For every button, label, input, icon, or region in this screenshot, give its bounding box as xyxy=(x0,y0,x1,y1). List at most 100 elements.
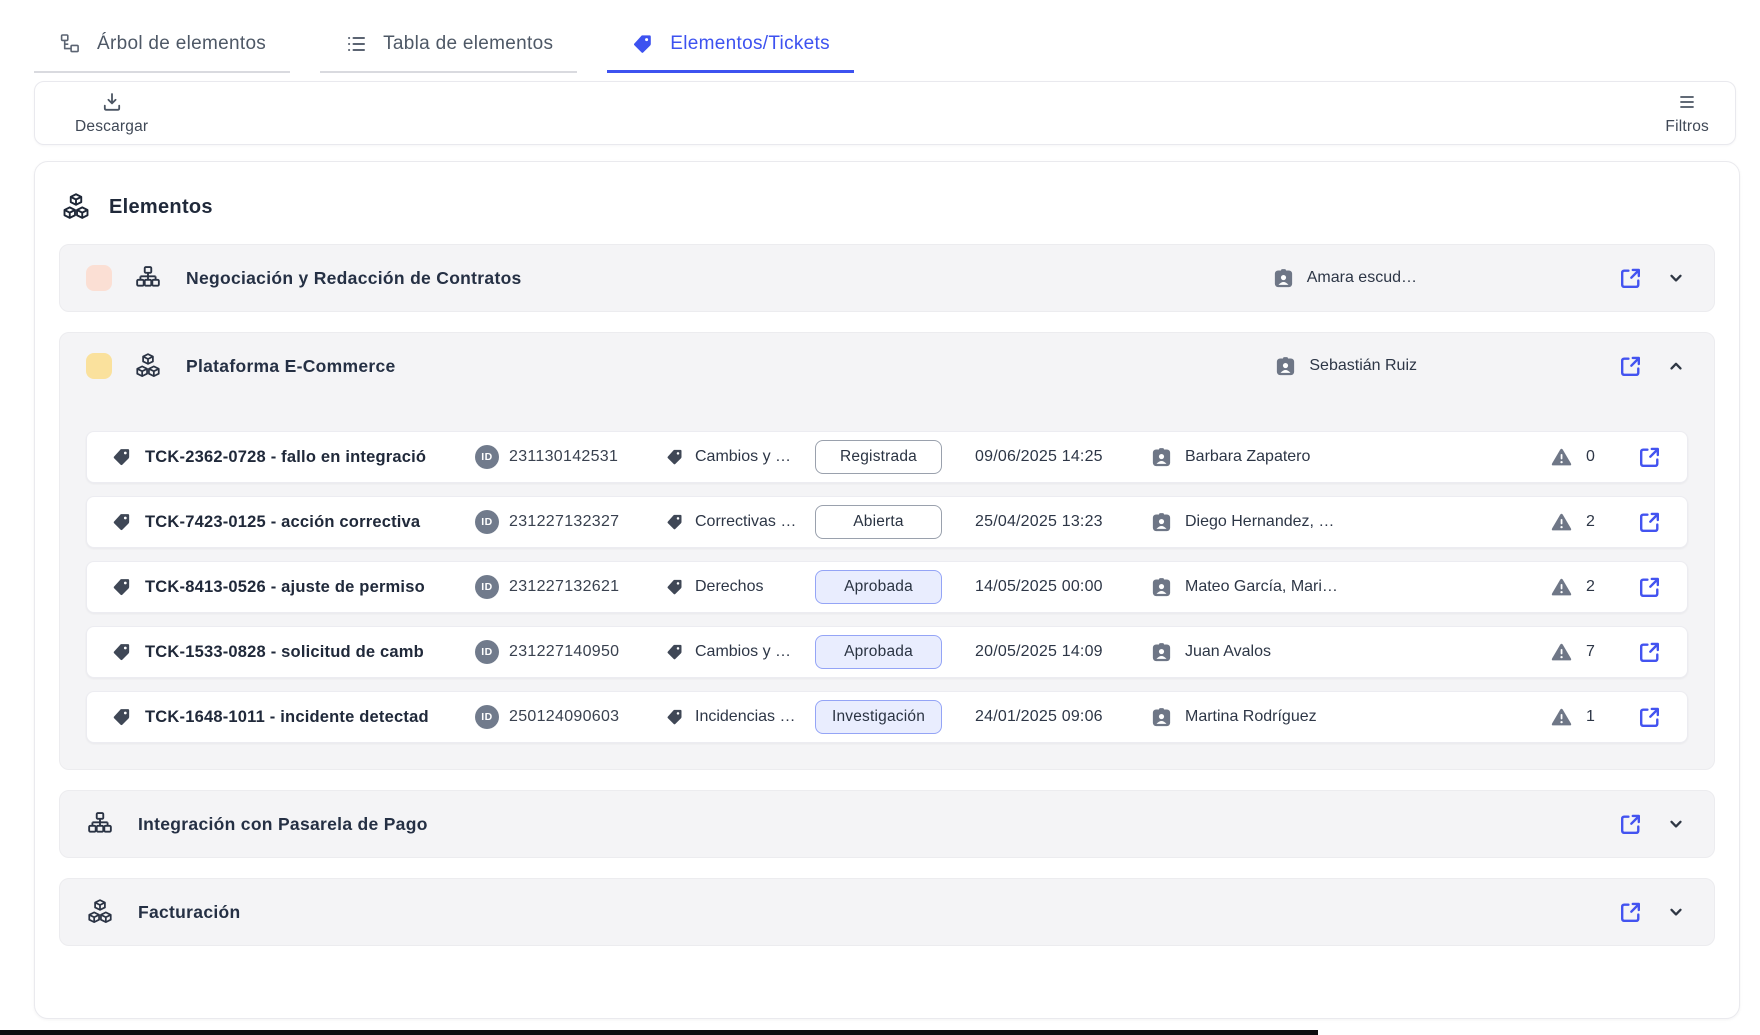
download-button[interactable]: Descargar xyxy=(75,90,148,136)
external-link-icon[interactable] xyxy=(1617,899,1644,926)
filters-button[interactable]: Filtros xyxy=(1665,90,1709,136)
external-link-icon[interactable] xyxy=(1617,811,1644,838)
ticket-date: 14/05/2025 00:00 xyxy=(975,578,1150,596)
color-square xyxy=(86,353,112,379)
ticket-type: Cambios y … xyxy=(695,448,791,466)
ticket-assignee: Barbara Zapatero xyxy=(1185,448,1310,466)
ticket-date: 20/05/2025 14:09 xyxy=(975,643,1150,661)
list-icon xyxy=(344,32,368,56)
tab-elementos-tickets[interactable]: Elementos/Tickets xyxy=(607,26,854,73)
external-link-icon[interactable] xyxy=(1636,639,1663,666)
external-link-icon[interactable] xyxy=(1636,444,1663,471)
chevron-up-icon[interactable] xyxy=(1664,354,1688,378)
tab-label: Árbol de elementos xyxy=(97,33,266,55)
warning-count: 2 xyxy=(1586,513,1595,531)
warning-icon xyxy=(1549,575,1574,600)
section-header[interactable]: Facturación xyxy=(60,879,1714,945)
tag-icon xyxy=(111,446,145,468)
warning-count: 7 xyxy=(1586,643,1595,661)
tab-label: Tabla de elementos xyxy=(383,33,553,55)
status-badge: Aprobada xyxy=(815,635,942,669)
assignee-name: Amara escud… xyxy=(1307,269,1417,287)
tab-tabla-de-elementos[interactable]: Tabla de elementos xyxy=(320,26,577,73)
external-link-icon[interactable] xyxy=(1636,704,1663,731)
ticket-row[interactable]: TCK-2362-0728 - fallo en integració ID 2… xyxy=(86,431,1688,483)
ticket-id: 231227140950 xyxy=(509,643,619,661)
tag-icon xyxy=(665,577,685,597)
warning-icon xyxy=(1549,445,1574,470)
ticket-row[interactable]: TCK-1533-0828 - solicitud de camb ID 231… xyxy=(86,626,1688,678)
ticket-title: TCK-1648-1011 - incidente detectad xyxy=(145,708,441,727)
ticket-id: 231227132621 xyxy=(509,578,619,596)
id-badge-icon: ID xyxy=(475,705,499,729)
person-badge-icon xyxy=(1272,267,1295,290)
person-badge-icon xyxy=(1150,641,1173,664)
ticket-date: 09/06/2025 14:25 xyxy=(975,448,1150,466)
chevron-down-icon[interactable] xyxy=(1664,900,1688,924)
tab-bar: Árbol de elementos Tabla de elementos El… xyxy=(0,0,1760,73)
external-link-icon[interactable] xyxy=(1617,265,1644,292)
ticket-assignee: Mateo García, Mari… xyxy=(1185,578,1338,596)
assignee-name: Sebastián Ruiz xyxy=(1309,357,1417,375)
toolbar: Descargar Filtros xyxy=(34,81,1736,145)
tag-icon xyxy=(631,32,655,56)
ticket-type: Cambios y … xyxy=(695,643,791,661)
cubes-icon xyxy=(61,192,91,222)
status-badge: Registrada xyxy=(815,440,942,474)
ticket-type: Incidencias … xyxy=(695,708,796,726)
ticket-id: 231227132327 xyxy=(509,513,619,531)
person-badge-icon xyxy=(1150,446,1173,469)
tab-arbol-de-elementos[interactable]: Árbol de elementos xyxy=(34,26,290,73)
person-badge-icon xyxy=(1150,576,1173,599)
external-link-icon[interactable] xyxy=(1617,353,1644,380)
sitemap-icon xyxy=(134,264,162,292)
ticket-title: TCK-1533-0828 - solicitud de camb xyxy=(145,643,441,662)
tag-icon xyxy=(665,447,685,467)
section-header[interactable]: Plataforma E-Commerce Sebastián Ruiz xyxy=(60,333,1714,399)
external-link-icon[interactable] xyxy=(1636,574,1663,601)
warning-count: 1 xyxy=(1586,708,1595,726)
section-assignee: Sebastián Ruiz xyxy=(1274,355,1417,378)
tree-icon xyxy=(58,32,82,56)
section-header[interactable]: Integración con Pasarela de Pago xyxy=(60,791,1714,857)
tag-icon xyxy=(111,576,145,598)
filters-icon xyxy=(1675,90,1699,114)
section-plataforma-ecommerce: Plataforma E-Commerce Sebastián Ruiz TCK… xyxy=(59,332,1715,770)
download-icon xyxy=(100,90,124,114)
status-badge: Abierta xyxy=(815,505,942,539)
tab-label: Elementos/Tickets xyxy=(670,33,830,55)
warning-count: 2 xyxy=(1586,578,1595,596)
id-badge-icon: ID xyxy=(475,510,499,534)
ticket-id: 231130142531 xyxy=(509,448,618,466)
color-square xyxy=(86,265,112,291)
bottom-strip xyxy=(0,1030,1318,1035)
ticket-rows: TCK-2362-0728 - fallo en integració ID 2… xyxy=(86,431,1688,769)
ticket-row[interactable]: TCK-1648-1011 - incidente detectad ID 25… xyxy=(86,691,1688,743)
ticket-assignee: Juan Avalos xyxy=(1185,643,1271,661)
person-badge-icon xyxy=(1150,511,1173,534)
tag-icon xyxy=(665,707,685,727)
section-header[interactable]: Negociación y Redacción de Contratos Ama… xyxy=(60,245,1714,311)
sitemap-icon xyxy=(86,810,114,838)
section-assignee: Amara escud… xyxy=(1272,267,1417,290)
cubes-icon xyxy=(86,898,114,926)
section-facturacion: Facturación xyxy=(59,878,1715,946)
status-badge: Aprobada xyxy=(815,570,942,604)
section-title: Plataforma E-Commerce xyxy=(186,356,396,377)
ticket-id: 250124090603 xyxy=(509,708,619,726)
ticket-date: 25/04/2025 13:23 xyxy=(975,513,1150,531)
ticket-type: Correctivas … xyxy=(695,513,796,531)
chevron-down-icon[interactable] xyxy=(1664,266,1688,290)
ticket-row[interactable]: TCK-7423-0125 - acción correctiva ID 231… xyxy=(86,496,1688,548)
ticket-row[interactable]: TCK-8413-0526 - ajuste de permiso ID 231… xyxy=(86,561,1688,613)
warning-icon xyxy=(1549,510,1574,535)
tag-icon xyxy=(665,512,685,532)
ticket-assignee: Martina Rodríguez xyxy=(1185,708,1317,726)
id-badge-icon: ID xyxy=(475,575,499,599)
section-integracion-pasarela: Integración con Pasarela de Pago xyxy=(59,790,1715,858)
cubes-icon xyxy=(134,352,162,380)
external-link-icon[interactable] xyxy=(1636,509,1663,536)
warning-icon xyxy=(1549,640,1574,665)
ticket-date: 24/01/2025 09:06 xyxy=(975,708,1150,726)
chevron-down-icon[interactable] xyxy=(1664,812,1688,836)
